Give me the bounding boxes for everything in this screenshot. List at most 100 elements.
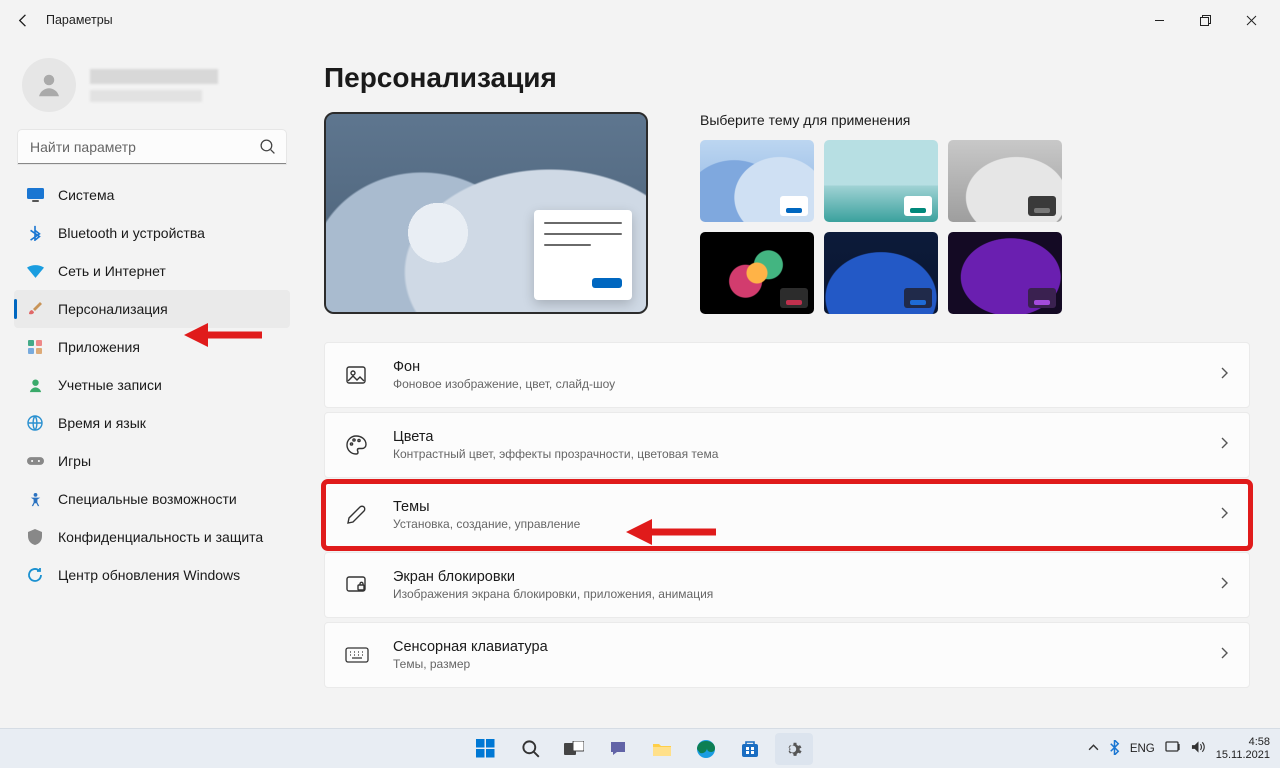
option-title: Темы xyxy=(393,499,580,515)
themes-heading: Выберите тему для применения xyxy=(700,112,1062,128)
tray-chevron-icon[interactable] xyxy=(1088,742,1099,756)
option-title: Экран блокировки xyxy=(393,569,713,585)
desktop-preview xyxy=(324,112,648,314)
tray-date: 15.11.2021 xyxy=(1216,749,1270,762)
nav-time-language[interactable]: Время и язык xyxy=(14,404,290,442)
update-icon xyxy=(26,566,44,584)
chevron-right-icon xyxy=(1219,436,1229,455)
tray-language[interactable]: ENG xyxy=(1130,743,1155,755)
chevron-right-icon xyxy=(1219,366,1229,385)
start-button[interactable] xyxy=(467,733,505,765)
option-themes[interactable]: Темы Установка, создание, управление xyxy=(324,482,1250,548)
taskbar-explorer[interactable] xyxy=(643,733,681,765)
person-icon xyxy=(26,376,44,394)
maximize-button[interactable] xyxy=(1182,4,1228,36)
palette-icon xyxy=(345,434,375,456)
chevron-right-icon xyxy=(1219,576,1229,595)
taskbar-edge[interactable] xyxy=(687,733,725,765)
nav-label: Учетные записи xyxy=(58,377,162,393)
option-title: Сенсорная клавиатура xyxy=(393,639,548,655)
option-colors[interactable]: Цвета Контрастный цвет, эффекты прозрачно… xyxy=(324,412,1250,478)
nav-label: Сеть и Интернет xyxy=(58,263,166,279)
tray-volume-icon[interactable] xyxy=(1191,740,1206,757)
lockscreen-icon xyxy=(345,574,375,596)
globe-icon xyxy=(26,414,44,432)
bluetooth-icon xyxy=(26,224,44,242)
option-title: Цвета xyxy=(393,429,718,445)
keyboard-icon xyxy=(345,646,375,664)
gamepad-icon xyxy=(26,452,44,470)
chevron-right-icon xyxy=(1219,506,1229,525)
pen-icon xyxy=(345,504,375,526)
theme-tile[interactable] xyxy=(948,232,1062,314)
option-desc: Темы, размер xyxy=(393,657,548,671)
nav-bluetooth[interactable]: Bluetooth и устройства xyxy=(14,214,290,252)
tray-time: 4:58 xyxy=(1216,736,1270,749)
theme-tile[interactable] xyxy=(700,232,814,314)
theme-grid xyxy=(700,140,1062,314)
nav-accounts[interactable]: Учетные записи xyxy=(14,366,290,404)
tray-clock[interactable]: 4:58 15.11.2021 xyxy=(1216,736,1270,761)
close-button[interactable] xyxy=(1228,4,1274,36)
nav-label: Система xyxy=(58,187,114,203)
theme-tile[interactable] xyxy=(948,140,1062,222)
account-block[interactable] xyxy=(14,46,290,130)
search-icon xyxy=(259,138,276,160)
nav-gaming[interactable]: Игры xyxy=(14,442,290,480)
nav-label: Bluetooth и устройства xyxy=(58,225,205,241)
nav-network[interactable]: Сеть и Интернет xyxy=(14,252,290,290)
nav-label: Специальные возможности xyxy=(58,491,237,507)
monitor-icon xyxy=(26,186,44,204)
nav-personalization[interactable]: Персонализация xyxy=(14,290,290,328)
taskbar-taskview[interactable] xyxy=(555,733,593,765)
avatar xyxy=(22,58,76,112)
nav-system[interactable]: Система xyxy=(14,176,290,214)
option-desc: Установка, создание, управление xyxy=(393,517,580,531)
taskbar-center xyxy=(467,733,813,765)
brush-icon xyxy=(26,300,44,318)
nav-label: Персонализация xyxy=(58,301,168,317)
theme-tile[interactable] xyxy=(824,232,938,314)
search-input[interactable] xyxy=(18,130,286,164)
nav-label: Центр обновления Windows xyxy=(58,567,240,583)
theme-tile[interactable] xyxy=(824,140,938,222)
shield-icon xyxy=(26,528,44,546)
nav-apps[interactable]: Приложения xyxy=(14,328,290,366)
nav-windows-update[interactable]: Центр обновления Windows xyxy=(14,556,290,594)
nav-label: Приложения xyxy=(58,339,140,355)
tray-bluetooth-icon[interactable] xyxy=(1109,740,1120,758)
option-background[interactable]: Фон Фоновое изображение, цвет, слайд-шоу xyxy=(324,342,1250,408)
back-button[interactable] xyxy=(6,3,40,37)
taskbar-search[interactable] xyxy=(511,733,549,765)
taskbar-right: ENG 4:58 15.11.2021 xyxy=(1088,736,1280,761)
option-touch-keyboard[interactable]: Сенсорная клавиатура Темы, размер xyxy=(324,622,1250,688)
taskbar-chat[interactable] xyxy=(599,733,637,765)
minimize-button[interactable] xyxy=(1136,4,1182,36)
option-lockscreen[interactable]: Экран блокировки Изображения экрана блоки… xyxy=(324,552,1250,618)
taskbar-store[interactable] xyxy=(731,733,769,765)
nav-accessibility[interactable]: Специальные возможности xyxy=(14,480,290,518)
tray-network-icon[interactable] xyxy=(1165,740,1181,757)
taskbar: ENG 4:58 15.11.2021 xyxy=(0,728,1280,768)
account-text xyxy=(90,69,218,102)
taskbar-settings[interactable] xyxy=(775,733,813,765)
chevron-right-icon xyxy=(1219,646,1229,665)
option-desc: Изображения экрана блокировки, приложени… xyxy=(393,587,713,601)
titlebar: Параметры xyxy=(0,0,1280,40)
nav: Система Bluetooth и устройства Сеть и Ин… xyxy=(14,176,290,594)
theme-tile[interactable] xyxy=(700,140,814,222)
window-title: Параметры xyxy=(46,13,113,27)
nav-privacy[interactable]: Конфиденциальность и защита xyxy=(14,518,290,556)
nav-label: Время и язык xyxy=(58,415,146,431)
option-desc: Фоновое изображение, цвет, слайд-шоу xyxy=(393,377,615,391)
nav-label: Конфиденциальность и защита xyxy=(58,529,263,545)
sidebar: Система Bluetooth и устройства Сеть и Ин… xyxy=(0,40,300,728)
option-desc: Контрастный цвет, эффекты прозрачности, … xyxy=(393,447,718,461)
search-box[interactable] xyxy=(18,130,286,164)
option-list: ФонФоновое изображение, цвет, слайд-шоу … xyxy=(324,342,1250,688)
page-title: Персонализация xyxy=(324,62,1250,94)
apps-icon xyxy=(26,338,44,356)
content: Персонализация Выберите тему для примене… xyxy=(300,40,1280,728)
option-title: Фон xyxy=(393,359,615,375)
nav-label: Игры xyxy=(58,453,91,469)
